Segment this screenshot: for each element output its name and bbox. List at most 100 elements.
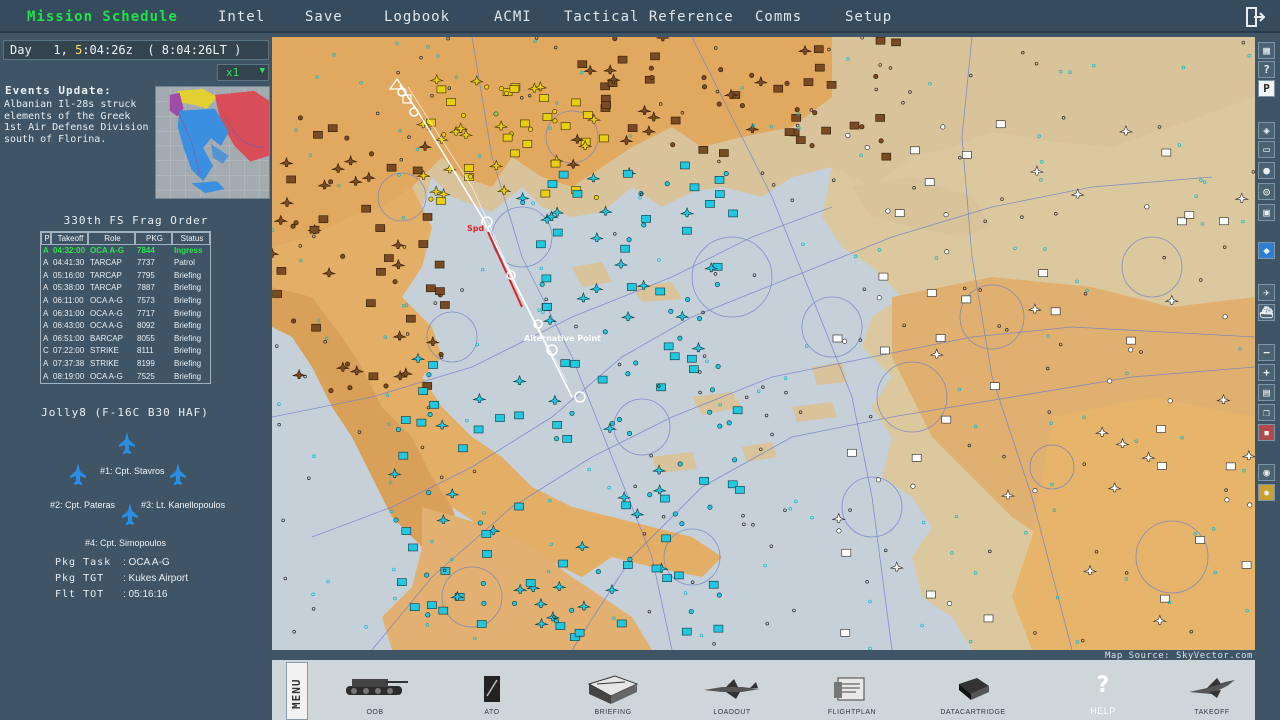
top-menu-bar: Mission Schedule Intel Save Logbook ACMI… — [0, 0, 1280, 33]
briefing-button[interactable]: BRIEFING — [577, 660, 649, 720]
frag-cell-takeoff: 07:22:00 — [53, 346, 85, 356]
pkg-tot-value: : 05:16:16 — [123, 589, 168, 600]
f16-icon[interactable] — [170, 463, 186, 485]
page-icon[interactable]: ▭ — [1258, 141, 1275, 158]
f16-icon[interactable] — [122, 503, 138, 525]
flightplan-button[interactable]: FLIGHTPLAN — [812, 660, 892, 720]
f16-icon[interactable] — [70, 463, 86, 485]
frag-cell-takeoff: 06:11:00 — [53, 295, 84, 305]
clock-day-number: 1, — [53, 43, 68, 57]
frag-row[interactable]: A 05:16:00 TARCAP 7795 Briefing — [41, 270, 210, 283]
f16-icon[interactable] — [119, 432, 135, 454]
frag-cell-p: A — [43, 295, 49, 305]
air-icon[interactable]: ✈ — [1258, 284, 1275, 301]
p-icon[interactable]: P — [1258, 80, 1275, 97]
frag-row[interactable]: A 07:37:38 STRIKE 8199 Briefing — [41, 358, 210, 371]
frag-cell-status: Ingress — [174, 245, 203, 255]
frag-cell-p: C — [43, 346, 49, 356]
frag-row[interactable]: A 08:19:00 OCA A-G 7525 Briefing — [41, 371, 210, 384]
grid-icon[interactable]: ▣ — [1258, 204, 1275, 221]
menu-logbook[interactable]: Logbook — [384, 9, 450, 25]
time-compression-select[interactable]: x1 ▼ — [217, 64, 269, 81]
loadout-button[interactable]: LOADOUT — [692, 660, 772, 720]
briefing-map-icon — [587, 675, 639, 704]
pkg-task-row: Pkg Task: OCA A-G — [55, 557, 170, 568]
menu-tactical-reference[interactable]: Tactical Reference — [564, 9, 734, 25]
drop-icon[interactable]: ● — [1258, 162, 1275, 179]
clock-lt-suffix: LT — [212, 43, 227, 57]
menu-setup[interactable]: Setup — [845, 9, 892, 25]
frag-cell-pkg: 7887 — [137, 283, 155, 293]
frag-cell-pkg: 8092 — [137, 321, 155, 331]
frag-header-row: P Takeoff Role PKG Status — [41, 232, 210, 245]
tank-icon — [346, 679, 408, 695]
menu-save[interactable]: Save — [305, 9, 343, 25]
frag-cell-pkg: 7717 — [137, 308, 155, 318]
frag-cell-role: OCA A-G — [90, 245, 125, 255]
menu-tab[interactable]: MENU — [286, 662, 308, 720]
frag-cell-role: OCA A-G — [90, 371, 123, 381]
layers-icon[interactable]: ▦ — [1258, 42, 1275, 59]
menu-intel[interactable]: Intel — [218, 9, 265, 25]
menu-comms[interactable]: Comms — [755, 9, 802, 25]
ship-icon[interactable]: ⛴ — [1258, 304, 1275, 321]
blue-icon[interactable]: ◆ — [1258, 242, 1275, 259]
frag-row[interactable]: A 05:38:00 TARCAP 7887 Briefing — [41, 282, 210, 295]
ato-button[interactable]: ATO — [462, 660, 522, 720]
cube-icon[interactable]: ◈ — [1258, 122, 1275, 139]
events-title: Events Update: — [5, 84, 112, 97]
map-canvas[interactable]: Spd Alternative Point — [272, 37, 1255, 650]
zoom-out-icon[interactable]: − — [1258, 344, 1275, 361]
mini-map[interactable] — [155, 86, 270, 199]
takeoff-button[interactable]: TAKEOFF — [1177, 660, 1247, 720]
frag-header-p[interactable]: P — [41, 232, 51, 245]
help-icon[interactable]: ? — [1258, 61, 1275, 78]
frag-cell-takeoff: 08:19:00 — [53, 371, 85, 381]
sat-icon[interactable]: ◎ — [1258, 183, 1275, 200]
pkg-target-label: Pkg TGT — [55, 573, 105, 584]
frag-cell-pkg: 7844 — [137, 245, 155, 255]
frag-row[interactable]: A 04:32:00 OCA A-G 7844 Ingress — [41, 245, 210, 258]
frag-row[interactable]: A 06:11:00 OCA A-G 7573 Briefing — [41, 295, 210, 308]
page2-icon[interactable]: ▤ — [1258, 384, 1275, 401]
frag-cell-role: OCA A-G — [90, 321, 123, 331]
frag-row[interactable]: A 04:41:30 TARCAP 7737 Patrol — [41, 257, 210, 270]
frag-cell-pkg: 8055 — [137, 333, 155, 343]
frag-header-takeoff[interactable]: Takeoff — [51, 232, 88, 245]
frag-cell-status: Briefing — [174, 283, 202, 293]
help-button[interactable]: ? HELP — [1078, 660, 1128, 720]
pilot-2: #2: Cpt. Pateras — [50, 500, 116, 510]
frag-cell-p: A — [43, 308, 49, 318]
frag-row[interactable]: C 07:22:00 STRIKE 8111 Briefing — [41, 345, 210, 358]
menu-mission-schedule[interactable]: Mission Schedule — [27, 9, 178, 25]
frag-row[interactable]: A 06:51:00 BARCAP 8055 Briefing — [41, 333, 210, 346]
redbox-icon[interactable]: ▪ — [1258, 424, 1275, 441]
clock-local-time: ( 8:04:26 — [147, 43, 213, 57]
menu-acmi[interactable]: ACMI — [494, 9, 532, 25]
zoom-in-icon[interactable]: + — [1258, 364, 1275, 381]
copy-icon[interactable]: ❐ — [1258, 404, 1275, 421]
oob-button[interactable]: OOB — [336, 660, 414, 720]
frag-cell-takeoff: 04:41:30 — [53, 258, 85, 268]
takeoff-jet-icon — [1189, 678, 1235, 698]
frag-row[interactable]: A 06:31:00 OCA A-G 7717 Briefing — [41, 308, 210, 321]
frag-row[interactable]: A 06:43:00 OCA A-G 8092 Briefing — [41, 320, 210, 333]
frag-header-role[interactable]: Role — [88, 232, 135, 245]
chevron-down-icon: ▼ — [259, 66, 265, 76]
datacartridge-button[interactable]: DATACARTRIDGE — [930, 660, 1016, 720]
takeoff-label: TAKEOFF — [1194, 709, 1230, 716]
exit-door-icon[interactable] — [1244, 6, 1266, 28]
frag-cell-pkg: 7737 — [137, 258, 155, 268]
campaign-map[interactable]: Spd Alternative Point — [272, 37, 1255, 650]
radar-icon[interactable]: ◉ — [1258, 464, 1275, 481]
frag-cell-p: A — [43, 333, 49, 343]
frag-cell-role: TARCAP — [90, 283, 122, 293]
menu-tab-label: MENU — [290, 678, 303, 710]
star-icon[interactable]: ✹ — [1258, 484, 1275, 501]
left-panel: Day 1, 5:04:26z ( 8:04:26LT ) x1 ▼ Event… — [0, 35, 272, 720]
flightplan-icon — [834, 677, 865, 701]
frag-cell-p: A — [43, 245, 49, 255]
frag-header-status[interactable]: Status — [172, 232, 210, 245]
frag-header-pkg[interactable]: PKG — [135, 232, 172, 245]
frag-order-title: 330th FS Frag Order — [63, 214, 209, 227]
